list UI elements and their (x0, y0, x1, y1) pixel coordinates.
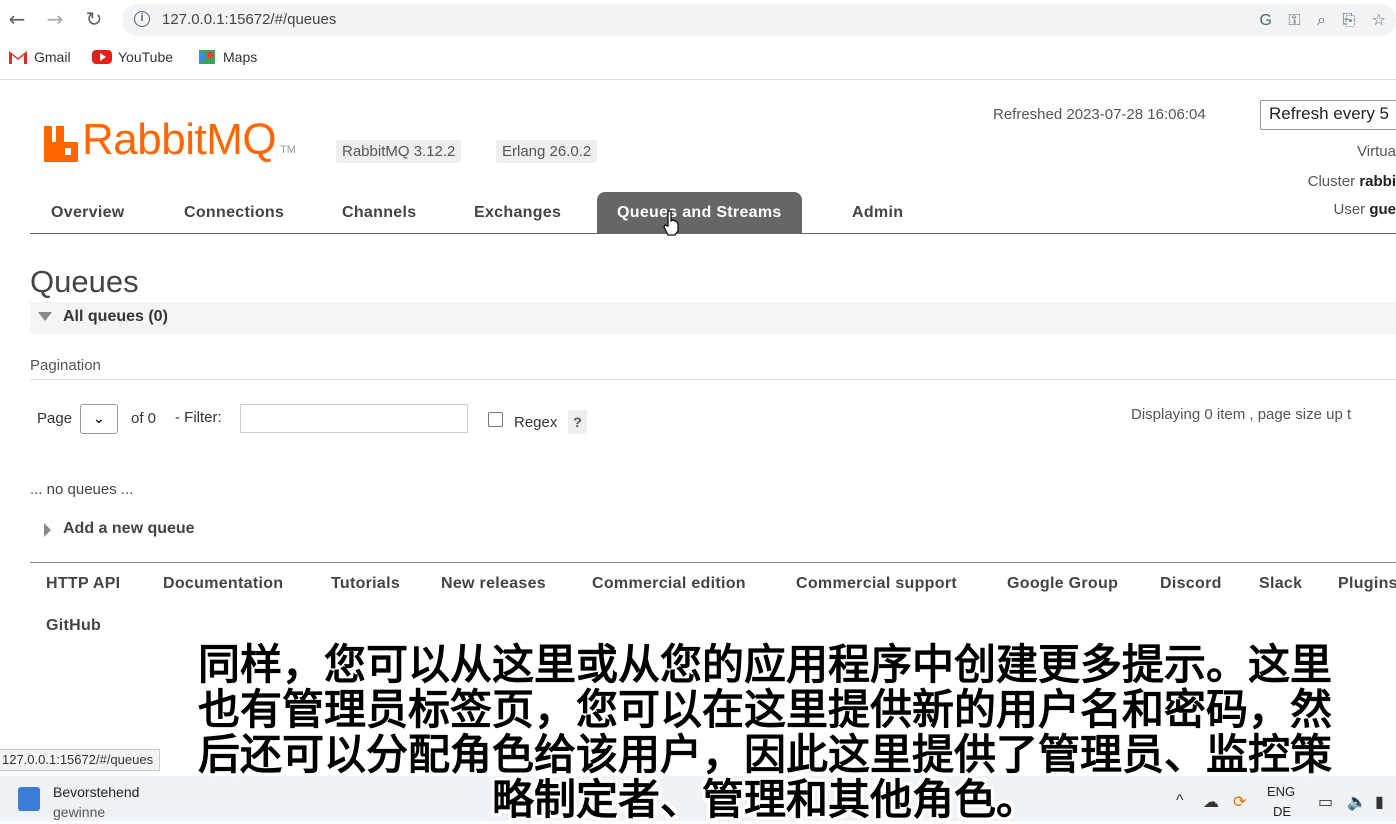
rabbitmq-logo-icon (44, 126, 78, 162)
chevron-down-icon: ⌄ (93, 410, 105, 426)
all-queues-section-toggle[interactable]: All queues (0) (30, 302, 1396, 334)
hand-cursor-icon (663, 210, 679, 236)
footer-link-new-releases[interactable]: New releases (441, 575, 546, 593)
tab-admin[interactable]: Admin (832, 192, 923, 234)
footer-link-http-api[interactable]: HTTP API (46, 575, 120, 593)
footer-link-tutorials[interactable]: Tutorials (331, 575, 400, 593)
maps-icon (199, 50, 215, 64)
tab-queues-and-streams[interactable]: Queues and Streams (597, 192, 802, 234)
reload-icon[interactable]: ↻ (83, 8, 105, 30)
widget-subtitle[interactable]: gewinne (53, 804, 105, 820)
back-icon[interactable]: ← (6, 8, 28, 30)
page-label: Page (37, 410, 73, 427)
refresh-interval-value: Refresh every 5 (1269, 104, 1389, 123)
page-count: of 0 (131, 410, 157, 427)
tab-connections[interactable]: Connections (164, 192, 304, 234)
brand-name: RabbitMQ (82, 115, 277, 164)
footer-link-documentation[interactable]: Documentation (163, 575, 283, 593)
bookmark-label: Gmail (34, 49, 71, 65)
add-queue-label: Add a new queue (63, 520, 195, 537)
no-queues-message: ... no queues ... (30, 481, 134, 498)
expand-triangle-icon (44, 523, 51, 537)
bookmark-maps[interactable]: Maps (197, 49, 257, 65)
pagination-heading: Pagination (30, 357, 101, 374)
bookmark-youtube[interactable]: YouTube (92, 49, 173, 65)
footer-link-github[interactable]: GitHub (46, 617, 101, 635)
bookmark-label: Maps (223, 49, 258, 65)
widget-title[interactable]: Bevorstehend (53, 784, 139, 800)
all-queues-label: All queues (0) (63, 308, 168, 325)
virtual-host-label: Virtua (1357, 143, 1396, 160)
page-title: Queues (30, 264, 139, 299)
footer-link-plugins[interactable]: Plugins (1338, 575, 1396, 593)
address-bar[interactable]: i 127.0.0.1:15672/#/queues G ⚿ ⌕ ⎘ ☆ (122, 4, 1396, 36)
refresh-interval-select[interactable]: Refresh every 5 (1260, 100, 1396, 130)
collapse-triangle-icon (38, 312, 52, 321)
footer-link-google-group[interactable]: Google Group (1007, 575, 1118, 593)
regex-help-button[interactable]: ? (568, 410, 587, 434)
virtual-host-text: Virtua (1357, 143, 1396, 160)
cluster-info: Cluster rabbi (1308, 173, 1396, 190)
main-tabs: Overview Connections Channels Exchanges … (30, 192, 1396, 234)
footer-link-discord[interactable]: Discord (1160, 575, 1222, 593)
pagination-divider (30, 379, 1396, 380)
version-badge: RabbitMQ 3.12.2 (336, 140, 462, 163)
youtube-icon (92, 50, 112, 64)
toolbar-divider (0, 79, 1396, 80)
regex-checkbox[interactable] (488, 412, 503, 427)
bookmark-label: YouTube (118, 49, 174, 65)
footer-divider (30, 562, 1396, 563)
filter-label: - Filter: (175, 409, 222, 426)
subtitle-line: 同样，您可以从这里或从您的应用程序中创建更多提示。这里 (197, 640, 1332, 689)
regex-label: Regex (514, 414, 558, 431)
subtitle-line: 也有管理员标签页，您可以在这里提供新的用户名和密码，然 (197, 685, 1332, 734)
filter-input[interactable] (240, 404, 468, 433)
footer-link-slack[interactable]: Slack (1259, 575, 1302, 593)
cluster-name: rabbi (1359, 173, 1396, 190)
tab-overview[interactable]: Overview (31, 192, 145, 234)
widgets-icon[interactable] (18, 787, 40, 811)
displaying-info: Displaying 0 item , page size up t (1131, 406, 1352, 423)
site-info-icon[interactable]: i (134, 11, 150, 27)
trademark: TM (280, 144, 296, 156)
subtitle-line: 后还可以分配角色给该用户，因此这里提供了管理员、监控策 (197, 730, 1332, 779)
bookmark-gmail[interactable]: Gmail (8, 49, 71, 65)
tab-channels[interactable]: Channels (322, 192, 436, 234)
bookmarks-bar: Gmail YouTube Maps (0, 44, 1396, 74)
rabbitmq-logo[interactable]: RabbitMQ TM (44, 112, 296, 162)
video-subtitle: 同样，您可以从这里或从您的应用程序中创建更多提示。这里 也有管理员标签页，您可以… (130, 642, 1396, 822)
subtitle-line: 略制定者、管理和其他角色。 (491, 775, 1038, 824)
footer-link-commercial-edition[interactable]: Commercial edition (592, 575, 746, 593)
gmail-icon (9, 51, 27, 64)
cluster-label: Cluster (1307, 173, 1356, 190)
footer-link-commercial-support[interactable]: Commercial support (796, 575, 957, 593)
forward-icon[interactable]: → (44, 8, 66, 30)
address-url[interactable]: 127.0.0.1:15672/#/queues (162, 11, 336, 28)
erlang-badge: Erlang 26.0.2 (496, 140, 598, 163)
page-select[interactable]: ⌄ (80, 404, 118, 434)
extension-icons[interactable]: G ⚿ ⌕ ⎘ ☆ (1259, 10, 1392, 30)
refreshed-timestamp: Refreshed 2023-07-28 16:06:04 (993, 106, 1206, 123)
tab-exchanges[interactable]: Exchanges (454, 192, 581, 234)
browser-toolbar: ← → ↻ i 127.0.0.1:15672/#/queues G ⚿ ⌕ ⎘… (0, 0, 1396, 40)
